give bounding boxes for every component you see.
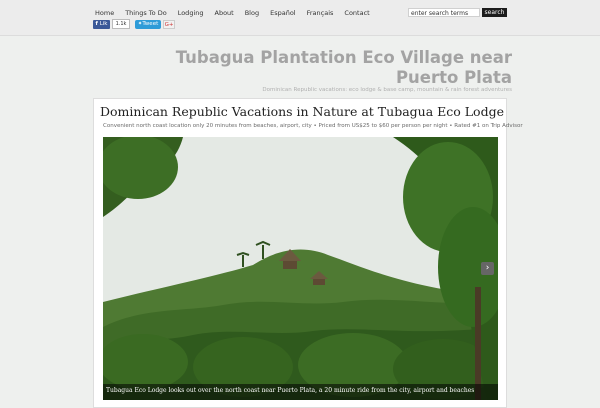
post-title[interactable]: Dominican Republic Vacations in Nature a… [100,104,504,119]
photo-caption: Tubagua Eco Lodge looks out over the nor… [103,384,498,400]
social-buttons: f Lik 1.1k ✦Tweet G+ [93,19,175,29]
site-tagline: Dominican Republic vacations: eco lodge … [262,87,512,93]
landscape-image [103,137,498,400]
nav-item-lodging[interactable]: Lodging [178,9,204,17]
tweet-button[interactable]: ✦Tweet [135,19,161,29]
like-count: 1.1k [112,19,130,29]
post-subtitle: Convenient north coast location only 20 … [103,123,523,129]
main-navigation: Home Things To Do Lodging About Blog Esp… [95,9,381,17]
nav-item-francais[interactable]: Français [307,9,334,17]
google-plus-button[interactable]: G+ [163,19,175,29]
nav-item-espanol[interactable]: Español [270,9,296,17]
nav-item-things-to-do[interactable]: Things To Do [125,9,167,17]
search-input[interactable]: enter search terms [408,8,480,17]
hero-photo[interactable] [103,137,498,400]
search-button[interactable]: search [482,8,507,17]
facebook-icon: f [95,20,98,27]
nav-item-home[interactable]: Home [95,9,114,17]
facebook-like-button[interactable]: f Lik [93,19,110,29]
nav-item-about[interactable]: About [215,9,234,17]
nav-item-blog[interactable]: Blog [245,9,259,17]
top-bar: Home Things To Do Lodging About Blog Esp… [0,0,600,36]
nav-item-contact[interactable]: Contact [344,9,369,17]
site-title[interactable]: Tubagua Plantation Eco Village near Puer… [140,48,512,88]
chevron-right-icon[interactable]: › [481,262,494,275]
